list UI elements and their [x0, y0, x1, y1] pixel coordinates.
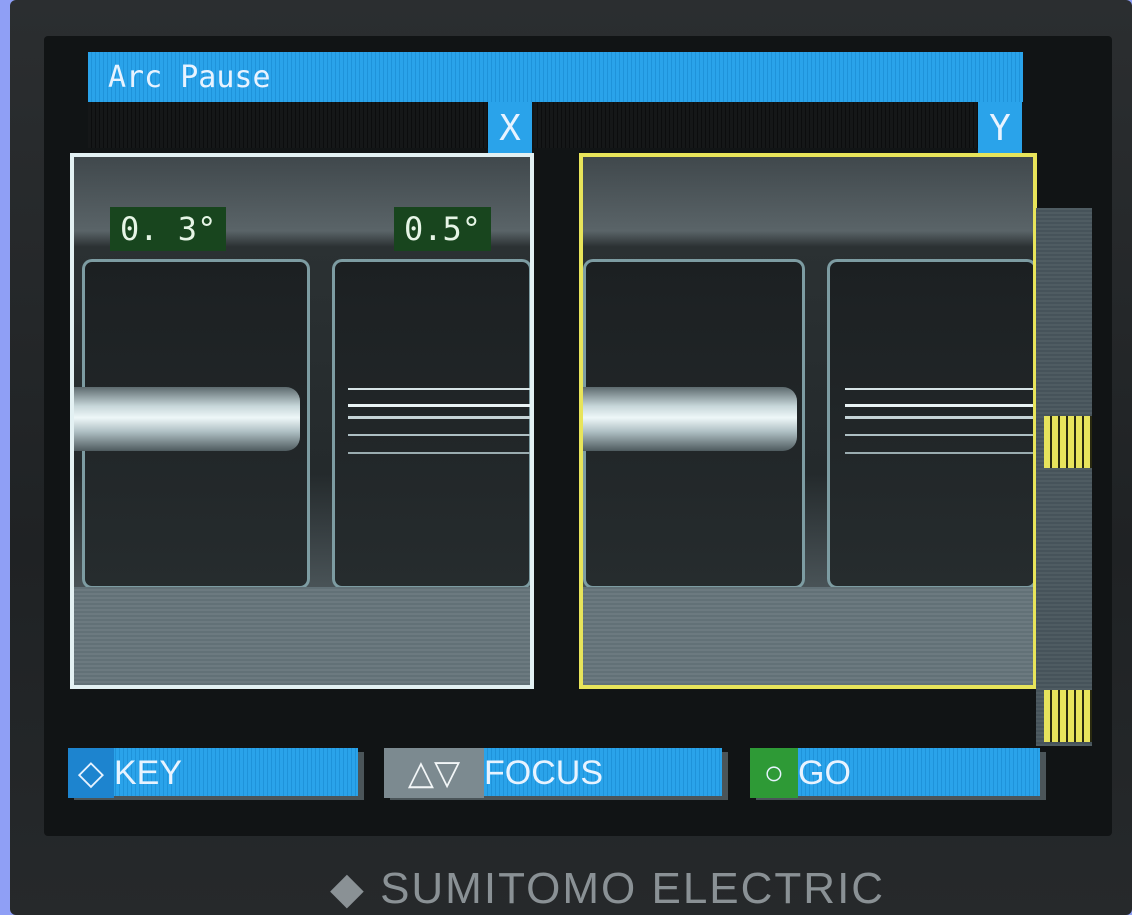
focus-softkey-label: FOCUS: [484, 754, 603, 792]
left-fiber: [583, 387, 797, 451]
gauge-marker-upper: [1044, 416, 1092, 468]
brand-name: SUMITOMO ELECTRIC: [380, 864, 886, 913]
y-camera-strip: [534, 102, 978, 148]
x-camera-strip: [88, 102, 488, 148]
right-fiber: [845, 382, 1033, 462]
gauge-marker-lower: [1044, 690, 1092, 742]
go-softkey-label: GO: [798, 754, 851, 792]
x-camera-label: X: [488, 102, 532, 154]
diamond-icon: ◇: [68, 748, 114, 798]
circle-icon: ○: [750, 748, 798, 798]
y-fiber-view: [579, 153, 1037, 689]
right-cleave-angle: 0.5°: [394, 207, 492, 251]
brand-logo-text: ◆ SUMITOMO ELECTRIC: [330, 862, 885, 915]
focus-softkey[interactable]: △▽ FOCUS: [384, 748, 722, 798]
left-fiber: [74, 387, 300, 451]
right-fiber: [348, 382, 530, 462]
key-softkey-label: KEY: [114, 754, 183, 792]
left-cleave-angle: 0. 3°: [110, 207, 227, 251]
title-bar: Arc Pause: [88, 52, 1023, 102]
y-camera-label: Y: [978, 102, 1022, 154]
brand-diamond-icon: ◆: [330, 864, 381, 913]
screen-title: Arc Pause: [108, 60, 271, 95]
up-down-arrows-icon: △▽: [384, 748, 484, 798]
x-fiber-view: 0. 3° 0.5°: [70, 153, 534, 689]
key-softkey[interactable]: ◇ KEY: [68, 748, 358, 798]
focus-gauge: [1036, 208, 1092, 746]
go-softkey[interactable]: ○ GO: [750, 748, 1040, 798]
base-rail: [74, 587, 530, 685]
base-rail: [583, 587, 1033, 685]
